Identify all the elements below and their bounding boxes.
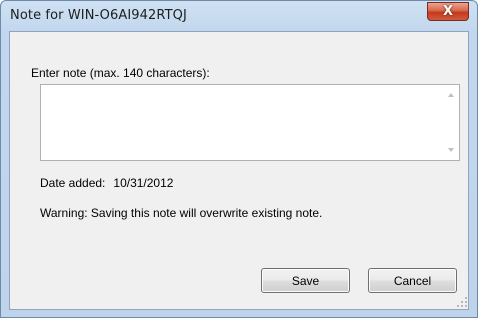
note-scrollbar[interactable]	[443, 85, 459, 160]
date-added-label: Date added:	[40, 176, 106, 190]
note-textarea[interactable]	[40, 84, 460, 161]
cancel-button[interactable]: Cancel	[368, 268, 457, 293]
resize-grip-icon[interactable]	[457, 297, 467, 307]
note-field-label: Enter note (max. 140 characters):	[31, 66, 210, 80]
window-title: Note for WIN-O6AI942RTQJ	[10, 8, 187, 23]
close-button[interactable]: X	[427, 2, 469, 21]
date-added-value: 10/31/2012	[113, 176, 174, 190]
overwrite-warning: Warning: Saving this note will overwrite…	[40, 206, 323, 220]
scroll-down-icon[interactable]	[443, 142, 459, 158]
date-added-row: Date added: 10/31/2012	[40, 176, 173, 190]
scroll-up-icon[interactable]	[443, 87, 459, 103]
close-icon: X	[442, 4, 454, 19]
save-button[interactable]: Save	[261, 268, 350, 293]
title-bar[interactable]: Note for WIN-O6AI942RTQJ X	[1, 1, 477, 31]
